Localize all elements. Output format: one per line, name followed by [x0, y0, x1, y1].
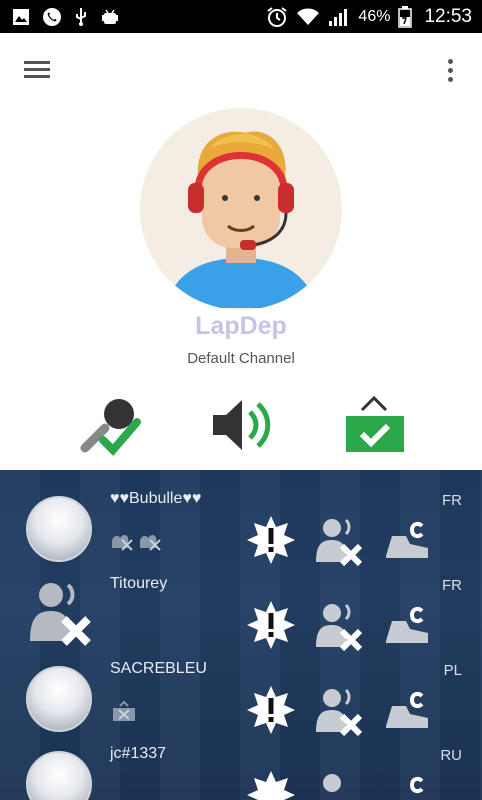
- nickname: LapDep: [195, 312, 287, 340]
- battery-percent: 46%: [358, 7, 391, 25]
- status-ok-icon: [346, 395, 404, 452]
- user-country: PL: [443, 662, 462, 679]
- microphone-icon: [80, 399, 141, 456]
- muted-user-icon: [30, 583, 91, 646]
- profile-avatar[interactable]: [140, 108, 342, 310]
- list-item[interactable]: ♥♥Bubulle♥♥ FR: [0, 470, 482, 566]
- muted-status-icon: [112, 535, 161, 551]
- avatar: [26, 666, 92, 732]
- channel-name[interactable]: Default Channel: [0, 350, 482, 367]
- speaker-button[interactable]: [208, 390, 278, 460]
- image-icon: [13, 8, 29, 25]
- phone-icon: [43, 7, 61, 26]
- app-bar: [0, 33, 482, 105]
- status-bar: 46% 12:53: [0, 0, 482, 33]
- alarm-icon: [267, 6, 288, 27]
- kick-icon[interactable]: [380, 769, 432, 800]
- alert-icon[interactable]: [245, 769, 297, 800]
- user-country: FR: [442, 492, 462, 509]
- away-status-icon: [113, 700, 135, 721]
- mute-user-icon[interactable]: [312, 769, 364, 800]
- user-name: Titourey: [110, 575, 168, 592]
- battery-icon: [398, 5, 413, 28]
- user-name: jc#1337: [110, 745, 167, 762]
- clock: 12:53: [424, 5, 472, 27]
- signal-icon: [329, 8, 348, 26]
- list-item[interactable]: Titourey FR: [0, 555, 482, 651]
- list-item[interactable]: jc#1337 RU: [0, 725, 482, 800]
- more-options-icon[interactable]: [448, 59, 454, 83]
- usb-icon: [76, 7, 86, 26]
- user-country: RU: [440, 747, 462, 764]
- android-debug-icon: [102, 9, 118, 24]
- user-name: SACREBLEU: [110, 660, 207, 677]
- wifi-icon: [297, 8, 320, 25]
- user-name: ♥♥Bubulle♥♥: [110, 490, 202, 507]
- avatar: [26, 496, 92, 562]
- list-item[interactable]: SACREBLEU PL: [0, 640, 482, 736]
- user-list: ♥♥Bubulle♥♥ FR Titourey FR SACREBLEU PL …: [0, 470, 482, 800]
- user-country: FR: [442, 577, 462, 594]
- menu-icon[interactable]: [24, 61, 50, 81]
- status-button[interactable]: [340, 390, 410, 460]
- speaker-icon: [213, 400, 271, 450]
- avatar: [26, 751, 92, 800]
- microphone-button[interactable]: [75, 390, 145, 460]
